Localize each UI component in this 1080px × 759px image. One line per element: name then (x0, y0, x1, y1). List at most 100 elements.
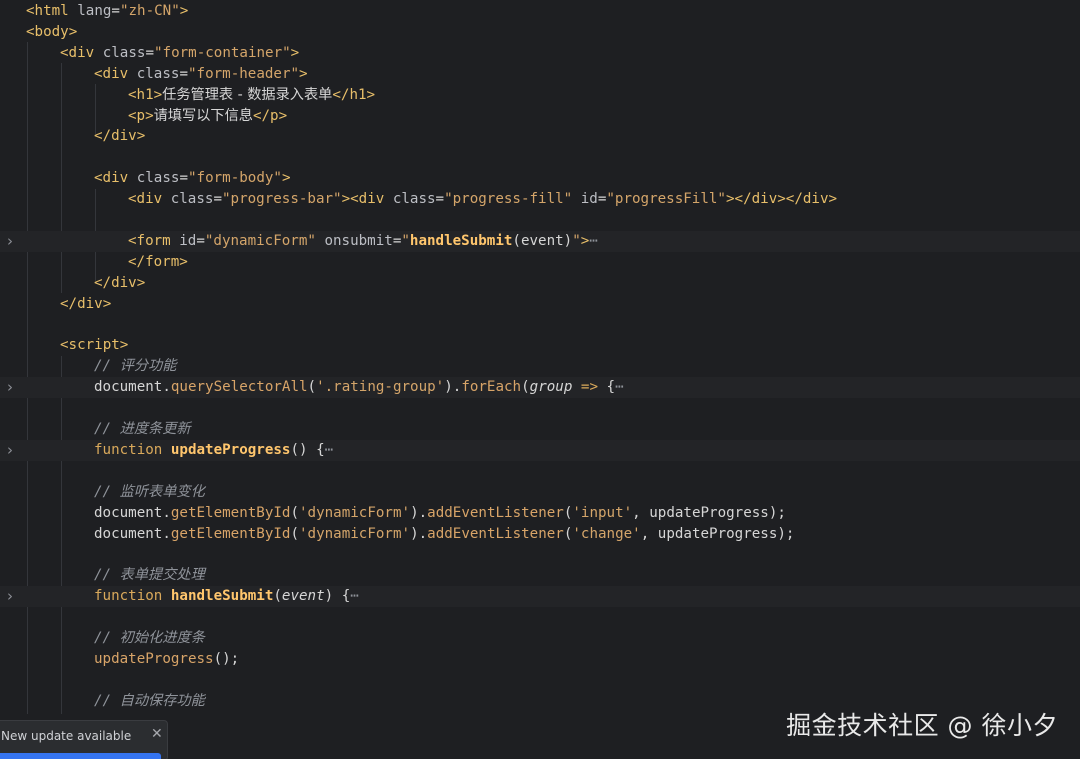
code-text: </div> (94, 126, 145, 147)
code-line[interactable] (0, 147, 1080, 168)
code-text: // 表单提交处理 (94, 565, 205, 586)
chevron-right-icon[interactable]: › (7, 586, 19, 607)
code-line[interactable]: <div class="form-header"> (0, 64, 1080, 85)
code-token: onsubmit (315, 232, 393, 249)
code-token: <div (60, 44, 103, 61)
code-line[interactable]: // 监听表单变化 (0, 482, 1080, 503)
chevron-right-icon[interactable]: › (7, 231, 19, 252)
code-token: class (392, 191, 436, 208)
code-text: // 初始化进度条 (94, 628, 205, 649)
code-text: <div class="form-header"> (94, 64, 308, 85)
update-action-button[interactable] (0, 753, 161, 759)
code-line[interactable]: › function handleSubmit(event) {⋯ (0, 586, 1080, 608)
code-token: = (196, 232, 205, 249)
code-line[interactable] (0, 670, 1080, 691)
code-line[interactable]: › function updateProgress() {⋯ (0, 439, 1080, 461)
code-line[interactable] (0, 398, 1080, 419)
code-text: document.querySelectorAll('.rating-group… (94, 377, 624, 398)
code-line[interactable]: // 进度条更新 (0, 419, 1080, 440)
code-token: <div (94, 65, 137, 82)
code-line[interactable]: updateProgress(); (0, 649, 1080, 670)
code-token: = (145, 44, 154, 61)
code-line[interactable]: <p>请填写以下信息</p> (0, 106, 1080, 127)
code-text: <script> (60, 335, 128, 356)
code-token: </div> (60, 295, 112, 312)
code-text: // 自动保存功能 (94, 691, 205, 712)
code-line[interactable]: <html lang="zh-CN"> (0, 1, 1080, 22)
code-token: getElementById (170, 525, 291, 542)
code-token: ). (410, 525, 428, 542)
code-line[interactable] (0, 544, 1080, 565)
code-line[interactable]: <div class="form-container"> (0, 43, 1080, 64)
code-token: 进度条更新 (119, 421, 191, 437)
code-token: ( (290, 525, 300, 542)
code-token: = (179, 65, 188, 82)
code-token: ( (521, 379, 530, 396)
code-line[interactable]: › document.querySelectorAll('.rating-grou… (0, 377, 1080, 399)
code-line[interactable]: // 表单提交处理 (0, 565, 1080, 586)
code-token: 请填写以下信息 (153, 107, 253, 124)
code-token: // (94, 358, 120, 375)
code-token: > (290, 44, 300, 61)
code-editor[interactable]: <html lang="zh-CN"> <body> <div class="for… (0, 0, 1080, 759)
chevron-right-icon[interactable]: › (7, 377, 19, 398)
code-token: 自动保存功能 (119, 692, 205, 709)
code-token: </div> (94, 128, 146, 145)
code-token: <form (128, 232, 180, 249)
code-text: document.getElementById('dynamicForm').a… (94, 524, 794, 545)
code-line[interactable]: <h1>任务管理表 - 数据录入表单</h1> (0, 85, 1080, 106)
code-token: > (580, 232, 590, 249)
code-line[interactable]: // 初始化进度条 (0, 628, 1080, 649)
code-token: event (281, 588, 325, 605)
watermark-text: 掘金技术社区 @ 徐小夕 (786, 711, 1058, 740)
code-token: // (94, 567, 120, 584)
code-token: document. (94, 504, 171, 521)
code-token: " (572, 232, 581, 249)
code-token: 评分功能 (119, 358, 177, 375)
code-text: <div class="form-container"> (60, 43, 299, 64)
code-line[interactable]: <div class="progress-bar"><div class="pr… (0, 189, 1080, 210)
code-text: function handleSubmit(event) {⋯ (94, 586, 359, 607)
code-token: querySelectorAll (170, 379, 308, 396)
code-token: // (94, 483, 120, 500)
code-token: ⋯ (589, 232, 598, 249)
code-line[interactable]: </form> (0, 252, 1080, 273)
code-token: 'dynamicForm' (299, 525, 411, 542)
code-line[interactable]: </div> (0, 294, 1080, 315)
code-line[interactable]: <script> (0, 335, 1080, 356)
code-line[interactable]: › <form id="dynamicForm" onsubmit="handle… (0, 230, 1080, 252)
code-line[interactable]: </div> (0, 273, 1080, 294)
code-token: "dynamicForm" (204, 232, 316, 249)
code-text: <h1>任务管理表 - 数据录入表单</h1> (128, 85, 375, 106)
code-line[interactable] (0, 607, 1080, 628)
code-text: // 进度条更新 (94, 419, 191, 440)
code-line[interactable]: // 评分功能 (0, 356, 1080, 377)
code-token: " (401, 232, 410, 249)
code-token: class (136, 65, 180, 82)
code-line[interactable]: document.getElementById('dynamicForm').a… (0, 503, 1080, 524)
code-token: ( (307, 379, 317, 396)
code-token: 监听表单变化 (119, 483, 205, 500)
code-text: <div class="progress-bar"><div class="pr… (128, 189, 837, 210)
code-line[interactable] (0, 315, 1080, 336)
close-icon[interactable]: ✕ (151, 726, 163, 742)
code-token: ><div (341, 191, 393, 208)
code-token: </h1> (332, 86, 376, 103)
code-text: <body> (26, 22, 77, 43)
code-line[interactable] (0, 210, 1080, 231)
code-line[interactable]: <body> (0, 22, 1080, 43)
code-token: document. (94, 379, 171, 396)
update-notification[interactable]: New update available ✕ (0, 720, 168, 759)
code-line[interactable]: </div> (0, 126, 1080, 147)
code-line[interactable] (0, 461, 1080, 482)
code-token: (); (213, 650, 240, 667)
code-token: > (179, 3, 189, 19)
code-line[interactable]: document.getElementById('dynamicForm').a… (0, 524, 1080, 545)
code-token: => (580, 379, 599, 396)
code-token: </form> (128, 253, 188, 270)
code-line[interactable]: <div class="form-body"> (0, 168, 1080, 189)
code-token: // (94, 630, 120, 646)
code-token: function (94, 441, 171, 458)
chevron-right-icon[interactable]: › (7, 440, 19, 461)
code-token: { (598, 379, 616, 396)
